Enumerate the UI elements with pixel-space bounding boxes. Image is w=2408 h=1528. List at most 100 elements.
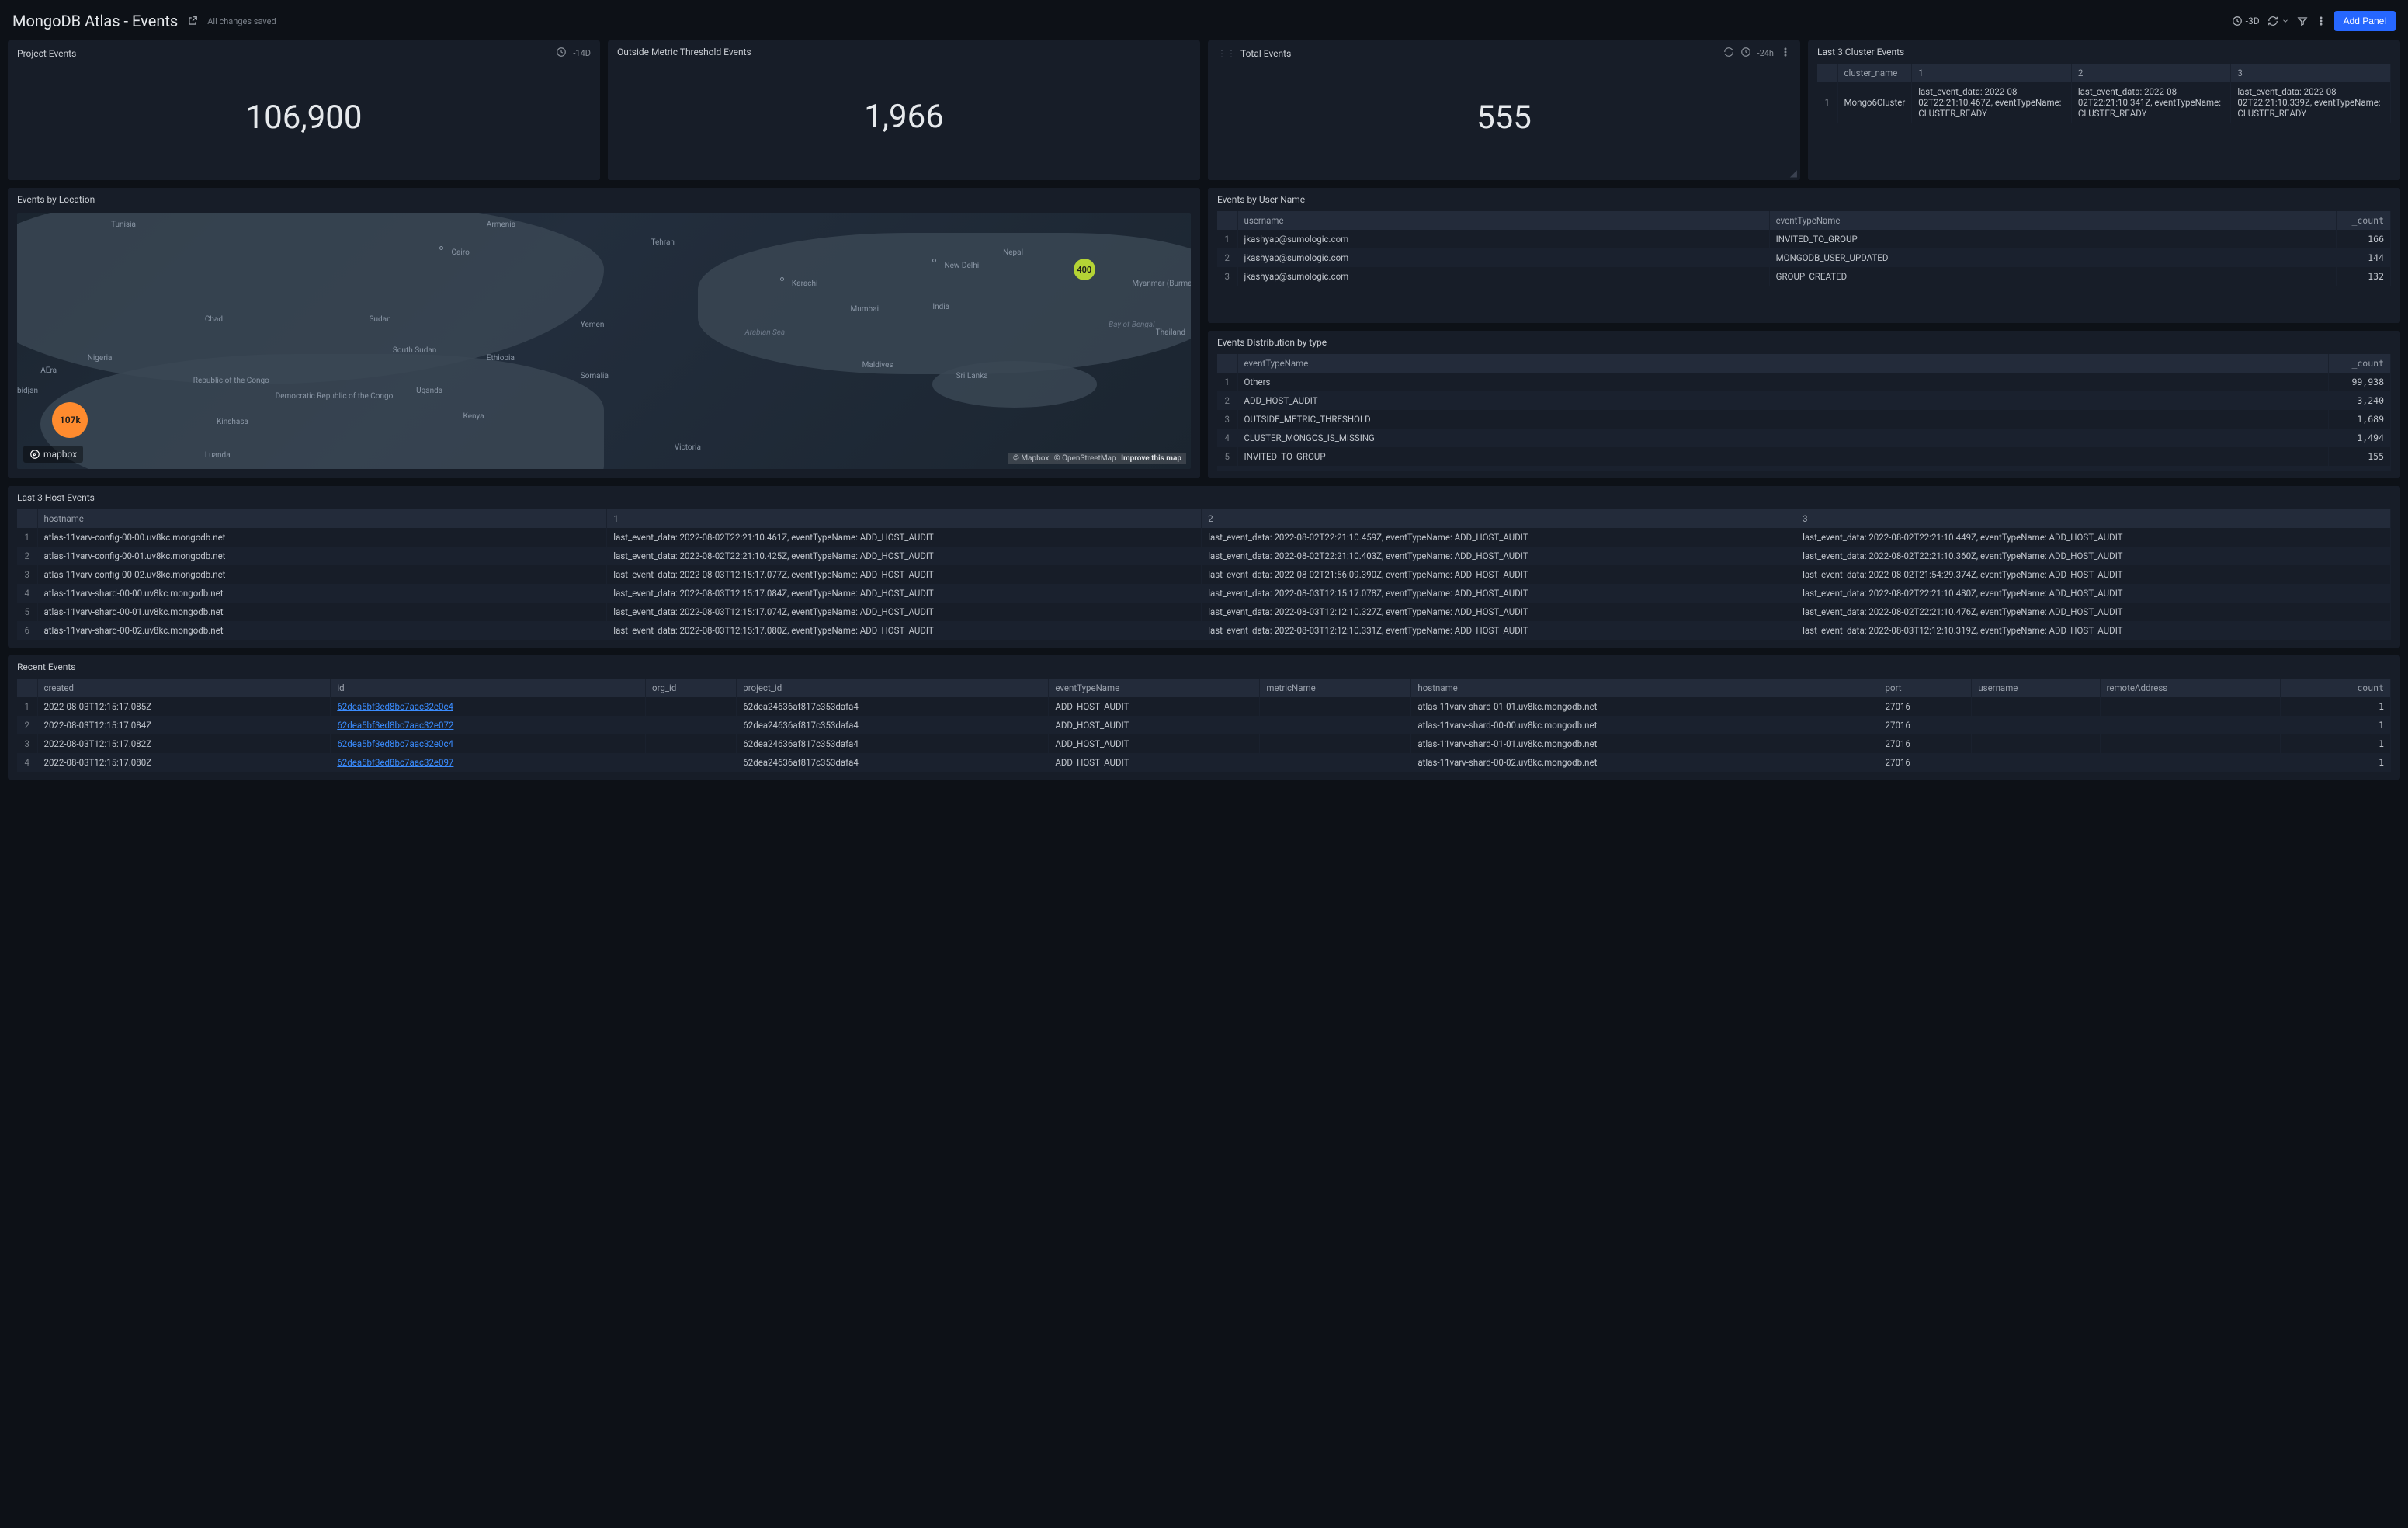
col-idx[interactable] [1217,354,1237,373]
panel-last-host-events: Last 3 Host Events hostname 1 2 3 1atlas… [8,486,2400,648]
map-label: Uganda [416,387,442,395]
table-row[interactable]: 2ADD_HOST_AUDIT3,240 [1217,391,2391,410]
map-label: Victoria [675,443,701,452]
id-link[interactable]: 62dea5bf3ed8bc7aac32e0c4 [337,738,453,749]
table-row[interactable]: 3atlas-11varv-config-00-02.uv8kc.mongodb… [17,565,2391,584]
map-label: Tehran [651,238,674,247]
table-row[interactable]: 2atlas-11varv-config-00-01.uv8kc.mongodb… [17,547,2391,565]
panel-title: Recent Events [17,662,75,672]
map-canvas[interactable]: 107k 400 Tunisia Armenia Cairo Tehran Ne… [17,213,1191,469]
map-label: Democratic Republic of the Congo [276,392,394,401]
events-by-user-table: username eventTypeName _count 1jkashyap@… [1217,211,2391,286]
table-row[interactable]: 4CLUSTER_MONGOS_IS_MISSING1,494 [1217,429,2391,447]
map-label: Nigeria [88,354,113,363]
col-header[interactable]: hostname [1411,679,1879,697]
clock-icon [1740,47,1751,60]
map-label: Bay of Bengal [1109,321,1154,329]
col-idx[interactable] [1817,64,1837,82]
table-row[interactable]: 1 2022-08-03T12:15:17.085Z 62dea5bf3ed8b… [17,697,2391,716]
col-idx[interactable] [1217,211,1237,230]
col-header[interactable]: created [37,679,331,697]
col-header[interactable]: _count [2329,354,2391,373]
map-dot [780,277,784,281]
table-row[interactable]: 2 2022-08-03T12:15:17.084Z 62dea5bf3ed8b… [17,716,2391,734]
col-header[interactable]: username [1237,211,1769,230]
panel-title: Outside Metric Threshold Events [617,47,751,57]
refresh-icon[interactable] [2267,16,2289,26]
col-header[interactable]: hostname [37,509,607,528]
map-label: Kinshasa [217,418,248,426]
map-label: Myanmar (Burma) [1132,280,1191,288]
col-header[interactable]: org_id [646,679,737,697]
table-row[interactable]: 5INVITED_TO_GROUP155 [1217,447,2391,466]
attrib-mapbox[interactable]: © Mapbox [1013,454,1049,463]
recent-events-table: created id org_id project_id eventTypeNa… [17,679,2391,772]
table-row[interactable]: 2jkashyap@sumologic.comMONGODB_USER_UPDA… [1217,248,2391,267]
col-header[interactable]: port [1879,679,1972,697]
col-header[interactable]: 2 [2071,64,2231,82]
col-header[interactable]: 3 [2231,64,2391,82]
col-header[interactable]: eventTypeName [1237,354,2329,373]
metric-value: 555 [1208,63,1800,180]
table-row[interactable]: 6CLUSTER_READY139 [1217,466,2391,471]
col-header[interactable]: eventTypeName [1769,211,2336,230]
col-header[interactable]: _count [2337,211,2391,230]
events-dist-table: eventTypeName _count 1Others99,938 2ADD_… [1217,354,2391,471]
panel-events-distribution: Events Distribution by type eventTypeNam… [1208,331,2400,478]
attrib-improve[interactable]: Improve this map [1121,454,1181,463]
table-row[interactable]: 3jkashyap@sumologic.comGROUP_CREATED132 [1217,267,2391,286]
map-label: New Delhi [944,262,979,270]
col-header[interactable]: eventTypeName [1049,679,1260,697]
col-header[interactable]: metricName [1260,679,1411,697]
col-idx[interactable] [17,679,37,697]
col-header[interactable]: project_id [737,679,1049,697]
map-label: South Sudan [393,346,436,355]
filter-icon[interactable] [2297,16,2308,26]
col-header[interactable]: 1 [607,509,1202,528]
map-label: Sri Lanka [956,372,988,380]
resize-handle-icon[interactable]: ◢ [1790,168,1797,179]
col-header[interactable]: 1 [1912,64,2072,82]
col-header[interactable]: remoteAddress [2100,679,2280,697]
table-row[interactable]: 4 2022-08-03T12:15:17.080Z 62dea5bf3ed8b… [17,753,2391,772]
table-row[interactable]: 1Others99,938 [1217,373,2391,391]
id-link[interactable]: 62dea5bf3ed8bc7aac32e0c4 [337,701,453,712]
time-range-selector[interactable]: -3D [2232,16,2260,26]
id-link[interactable]: 62dea5bf3ed8bc7aac32e097 [337,757,453,768]
panel-title: Events by Location [17,194,95,205]
table-row[interactable]: 4atlas-11varv-shard-00-00.uv8kc.mongodb.… [17,584,2391,603]
table-row[interactable]: 6atlas-11varv-shard-00-02.uv8kc.mongodb.… [17,621,2391,640]
panel-total-events: ⋮⋮ Total Events -24h 555 ◢ [1208,40,1800,180]
table-row[interactable]: 5atlas-11varv-shard-00-01.uv8kc.mongodb.… [17,603,2391,621]
col-header[interactable]: cluster_name [1837,64,1912,82]
refresh-icon[interactable] [1723,47,1734,60]
col-header[interactable]: username [1972,679,2100,697]
map-label: Arabian Sea [744,328,785,337]
table-row[interactable]: 3OUTSIDE_METRIC_THRESHOLD1,689 [1217,410,2391,429]
add-panel-button[interactable]: Add Panel [2334,11,2396,31]
metric-value: 106,900 [8,63,600,180]
panel-title: Last 3 Cluster Events [1817,47,1904,57]
attrib-osm[interactable]: © OpenStreetMap [1054,454,1116,463]
map-bubble-small[interactable]: 400 [1074,259,1095,280]
table-row[interactable]: 1Mongo6Clusterlast_event_data: 2022-08-0… [1817,82,2391,123]
table-row[interactable]: 3 2022-08-03T12:15:17.082Z 62dea5bf3ed8b… [17,734,2391,753]
id-link[interactable]: 62dea5bf3ed8bc7aac32e072 [337,720,453,731]
table-row[interactable]: 1atlas-11varv-config-00-00.uv8kc.mongodb… [17,528,2391,547]
panel-menu-icon[interactable] [1780,47,1791,60]
col-header[interactable]: 2 [1202,509,1796,528]
open-external-icon[interactable] [187,16,198,26]
drag-handle-icon[interactable]: ⋮⋮ [1217,48,1236,59]
col-header[interactable]: 3 [1796,509,2391,528]
col-header[interactable]: id [331,679,646,697]
col-header[interactable]: _count [2280,679,2390,697]
panel-title: Last 3 Host Events [17,492,95,503]
mapbox-logo[interactable]: mapbox [23,446,83,463]
col-idx[interactable] [17,509,37,528]
mapbox-label: mapbox [43,449,77,460]
map-attribution: © Mapbox © OpenStreetMap Improve this ma… [1008,453,1186,464]
more-icon[interactable] [2316,16,2326,26]
map-label: Mumbai [851,305,880,314]
table-row[interactable]: 1jkashyap@sumologic.comINVITED_TO_GROUP1… [1217,230,2391,248]
panel-title: Total Events [1240,48,1723,59]
